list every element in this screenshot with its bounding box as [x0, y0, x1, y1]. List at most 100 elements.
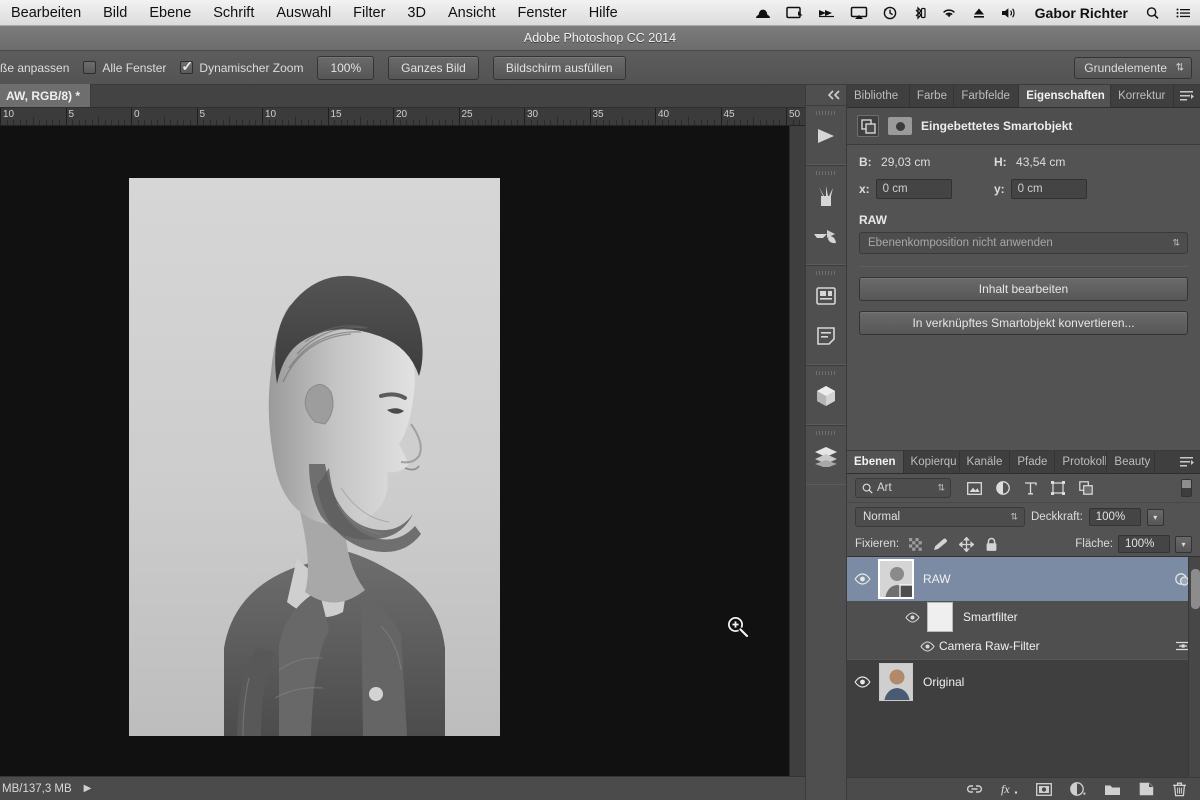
- table-row[interactable]: Camera Raw-Filter: [847, 633, 1200, 659]
- workspace-selector[interactable]: Grundelemente: [1074, 56, 1192, 79]
- convert-to-linked-button[interactable]: In verknüpftes Smartobjekt konvertieren.…: [859, 311, 1188, 335]
- tab-farbfelder[interactable]: Farbfelde: [954, 85, 1020, 107]
- table-row[interactable]: RAW: [847, 557, 1200, 601]
- macos-user-name[interactable]: Gabor Richter: [1025, 5, 1138, 21]
- collapse-panels-icon[interactable]: [806, 85, 846, 105]
- delete-layer-icon[interactable]: [1172, 782, 1187, 797]
- fill-stepper[interactable]: ▾: [1175, 535, 1192, 553]
- search-icon[interactable]: [1138, 6, 1168, 20]
- layer-list[interactable]: RAW Smartfilter Camera Raw-Filter Origin…: [847, 556, 1200, 778]
- scrollbar-thumb[interactable]: [1191, 569, 1200, 609]
- lock-transparency-icon[interactable]: [909, 537, 922, 551]
- tab-beauty-retusche[interactable]: Beauty R: [1107, 451, 1156, 473]
- menu-item-bild[interactable]: Bild: [92, 0, 138, 26]
- all-windows-label[interactable]: Alle Fenster: [102, 61, 166, 75]
- type-layer-filter-icon[interactable]: [1024, 481, 1037, 495]
- layer-thumbnail[interactable]: [878, 559, 914, 599]
- x-input[interactable]: 0 cm: [875, 179, 952, 199]
- link-layers-icon[interactable]: [966, 783, 983, 795]
- status-expand-icon[interactable]: ▶: [84, 783, 92, 794]
- notes-icon[interactable]: [806, 316, 846, 356]
- horizontal-ruler[interactable]: 10 5 0 5 10 15 20 25 30 35 40 45 50: [0, 108, 805, 126]
- new-layer-icon[interactable]: [1139, 782, 1154, 796]
- layer-name[interactable]: Camera Raw-Filter: [939, 639, 1040, 653]
- adjustment-layer-filter-icon[interactable]: [996, 481, 1010, 495]
- mask-icon[interactable]: [888, 117, 912, 135]
- canvas-area[interactable]: [0, 126, 789, 776]
- fill-screen-button[interactable]: Bildschirm ausfüllen: [492, 55, 626, 80]
- layer-visibility-toggle[interactable]: [915, 640, 939, 652]
- screen-share-icon[interactable]: [779, 6, 811, 20]
- lock-position-icon[interactable]: [959, 536, 975, 552]
- tab-eigenschaften[interactable]: Eigenschaften: [1019, 85, 1112, 107]
- layer-visibility-toggle[interactable]: [847, 573, 877, 585]
- tab-protokoll[interactable]: Protokoll: [1055, 451, 1108, 473]
- document-tab[interactable]: AW, RGB/8) *: [0, 84, 92, 107]
- zoom-100-button[interactable]: 100%: [317, 55, 375, 80]
- menu-item-schrift[interactable]: Schrift: [202, 0, 265, 26]
- airplay-icon[interactable]: [843, 6, 875, 20]
- smart-object-icon[interactable]: [857, 115, 879, 137]
- fast-forward-icon[interactable]: [811, 6, 843, 20]
- panel-menu-icon[interactable]: [1174, 451, 1200, 473]
- lock-all-icon[interactable]: [985, 537, 998, 552]
- menu-item-ansicht[interactable]: Ansicht: [437, 0, 507, 26]
- fit-image-button[interactable]: Ganzes Bild: [388, 55, 479, 80]
- brushes-icon[interactable]: [806, 176, 846, 216]
- layer-list-scrollbar[interactable]: [1188, 557, 1200, 778]
- dock-grip[interactable]: [806, 109, 846, 116]
- document-image[interactable]: [129, 178, 500, 736]
- dock-grip[interactable]: [806, 369, 846, 376]
- add-mask-icon[interactable]: [1036, 782, 1052, 796]
- tab-kopierquelle[interactable]: Kopierqu: [904, 451, 960, 473]
- tab-farbe[interactable]: Farbe: [910, 85, 955, 107]
- menu-item-fenster[interactable]: Fenster: [507, 0, 578, 26]
- pixel-layer-filter-icon[interactable]: [967, 481, 982, 495]
- dock-grip[interactable]: [806, 169, 846, 176]
- shape-layer-filter-icon[interactable]: [1051, 481, 1065, 495]
- time-machine-icon[interactable]: [875, 6, 905, 20]
- tab-pfade[interactable]: Pfade: [1010, 451, 1056, 473]
- layer-name[interactable]: Smartfilter: [963, 610, 1018, 624]
- menu-item-bearbeiten[interactable]: Bearbeiten: [0, 0, 92, 26]
- volume-icon[interactable]: [993, 6, 1025, 20]
- panel-menu-icon[interactable]: [1174, 85, 1200, 107]
- menu-item-auswahl[interactable]: Auswahl: [265, 0, 342, 26]
- all-windows-checkbox[interactable]: [83, 61, 97, 74]
- layer-visibility-toggle[interactable]: [897, 611, 927, 623]
- filter-toggle-icon[interactable]: [1181, 479, 1192, 497]
- canvas-vertical-scrollbar[interactable]: [789, 126, 805, 776]
- layer-filter-kind-select[interactable]: Art: [855, 478, 951, 498]
- dock-grip[interactable]: [806, 429, 846, 436]
- panel-icon[interactable]: [806, 276, 846, 316]
- tab-ebenen[interactable]: Ebenen: [847, 451, 904, 473]
- wifi-icon[interactable]: [933, 6, 965, 20]
- dock-grip[interactable]: [806, 269, 846, 276]
- new-group-icon[interactable]: [1104, 783, 1121, 796]
- blend-mode-select[interactable]: Normal: [855, 507, 1025, 527]
- bowler-hat-icon[interactable]: [747, 6, 779, 20]
- layer-thumbnail[interactable]: [879, 663, 913, 701]
- layer-visibility-toggle[interactable]: [847, 676, 877, 688]
- opacity-stepper[interactable]: ▾: [1146, 508, 1164, 526]
- layer-style-fx-icon[interactable]: fx: [1001, 782, 1018, 796]
- brush-presets-icon[interactable]: [806, 216, 846, 256]
- menu-item-filter[interactable]: Filter: [342, 0, 396, 26]
- tab-bibliotheken[interactable]: Bibliothe: [847, 85, 910, 107]
- notification-center-icon[interactable]: [1168, 6, 1200, 20]
- smart-filter-mask-thumbnail[interactable]: [927, 602, 953, 632]
- dynamic-zoom-checkbox[interactable]: [180, 58, 194, 75]
- menu-item-hilfe[interactable]: Hilfe: [578, 0, 629, 26]
- dynamic-zoom-label[interactable]: Dynamischer Zoom: [199, 61, 303, 75]
- tab-korrekturen[interactable]: Korrektur: [1111, 85, 1174, 107]
- menu-item-ebene[interactable]: Ebene: [138, 0, 202, 26]
- edit-content-button[interactable]: Inhalt bearbeiten: [859, 277, 1188, 301]
- tab-kanaele[interactable]: Kanäle: [960, 451, 1011, 473]
- layer-comp-select[interactable]: Ebenenkomposition nicht anwenden: [859, 232, 1188, 254]
- eject-icon[interactable]: [965, 6, 993, 20]
- bluetooth-icon[interactable]: [905, 5, 933, 20]
- layer-name[interactable]: RAW: [923, 572, 951, 586]
- menu-item-3d[interactable]: 3D: [396, 0, 437, 26]
- y-input[interactable]: 0 cm: [1010, 179, 1087, 199]
- cube-3d-icon[interactable]: [806, 376, 846, 416]
